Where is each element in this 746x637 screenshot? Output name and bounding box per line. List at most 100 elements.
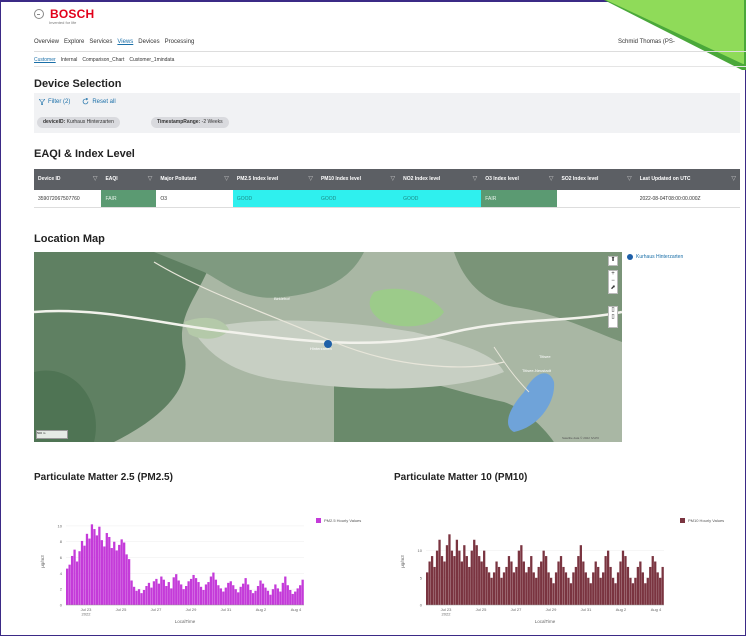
bar[interactable] — [180, 584, 183, 605]
bar[interactable] — [98, 526, 101, 605]
bar[interactable] — [162, 579, 165, 605]
bar[interactable] — [547, 572, 550, 605]
bar[interactable] — [274, 584, 277, 605]
column-filter-icon[interactable]: ▽ — [731, 176, 736, 182]
bar[interactable] — [609, 566, 612, 605]
bar[interactable] — [182, 589, 185, 605]
bar[interactable] — [495, 561, 498, 606]
pm25-chart[interactable]: 0246810Jul 232022Jul 25 Jul 27 Jul 29 Jul 3… — [34, 510, 354, 625]
bar[interactable] — [73, 549, 76, 605]
bar[interactable] — [480, 561, 483, 606]
bar[interactable] — [271, 589, 275, 605]
bar[interactable] — [562, 566, 565, 605]
bar[interactable] — [75, 561, 79, 606]
column-header[interactable]: ▽ Major Pollutant — [156, 169, 233, 190]
column-header[interactable]: ▽ Last Updated on UTC — [635, 169, 740, 190]
map-legend[interactable]: Kurhaus Hinterzarten — [627, 254, 683, 260]
bar[interactable] — [279, 591, 282, 605]
bar[interactable] — [291, 593, 294, 605]
bar[interactable] — [137, 589, 141, 605]
column-header[interactable]: ▽ SO2 Index level — [557, 169, 636, 190]
bar[interactable] — [644, 583, 647, 605]
bar[interactable] — [85, 533, 89, 605]
bar[interactable] — [579, 545, 582, 605]
column-filter-icon[interactable]: ▽ — [549, 176, 554, 182]
bar[interactable] — [130, 580, 133, 605]
column-header[interactable]: ▽ O3 Index level — [481, 169, 558, 190]
bar[interactable] — [202, 589, 205, 605]
bar[interactable] — [160, 576, 163, 605]
bar[interactable] — [90, 524, 94, 605]
bar[interactable] — [438, 539, 441, 605]
bar[interactable] — [110, 548, 113, 605]
bar[interactable] — [458, 550, 461, 605]
bar[interactable] — [244, 578, 247, 605]
bar[interactable] — [66, 568, 69, 605]
tab-internal[interactable]: Internal — [61, 57, 78, 63]
bar[interactable] — [463, 545, 466, 605]
bar[interactable] — [83, 545, 86, 605]
bar[interactable] — [537, 566, 540, 605]
column-filter-icon[interactable]: ▽ — [627, 176, 632, 182]
bar[interactable] — [259, 580, 262, 605]
bar[interactable] — [487, 572, 491, 605]
column-header[interactable]: ▽ PM2.5 Index level — [232, 169, 317, 190]
bar[interactable] — [597, 566, 600, 605]
bar[interactable] — [115, 550, 118, 605]
bar[interactable] — [631, 583, 635, 605]
pm25-legend[interactable]: PM2.5 Hourly Values — [316, 518, 361, 523]
bar[interactable] — [192, 574, 195, 605]
bar[interactable] — [261, 583, 265, 605]
bar[interactable] — [294, 591, 297, 605]
bar[interactable] — [142, 589, 146, 605]
bar[interactable] — [559, 556, 563, 605]
bar[interactable] — [475, 545, 478, 605]
timestamp-filter-chip[interactable]: TimestampRange: -2 Weeks — [151, 117, 229, 128]
bar[interactable] — [582, 561, 585, 606]
bar[interactable] — [145, 586, 148, 605]
bar[interactable] — [256, 586, 260, 605]
bar[interactable] — [465, 556, 468, 605]
bar[interactable] — [123, 542, 126, 605]
bar[interactable] — [289, 589, 292, 605]
bar[interactable] — [170, 588, 173, 605]
bar[interactable] — [515, 566, 518, 605]
bar[interactable] — [661, 566, 664, 605]
bar[interactable] — [232, 585, 235, 605]
bar[interactable] — [103, 546, 106, 605]
bar[interactable] — [527, 566, 530, 605]
bar[interactable] — [428, 561, 431, 606]
bar[interactable] — [614, 583, 617, 605]
bar[interactable] — [78, 551, 81, 605]
bar[interactable] — [646, 577, 649, 605]
bar[interactable] — [505, 566, 508, 605]
column-header[interactable]: ▽ EAQI — [101, 169, 157, 190]
bar[interactable] — [549, 577, 553, 605]
bar[interactable] — [517, 550, 521, 605]
bar[interactable] — [624, 556, 627, 605]
bar[interactable] — [639, 561, 642, 606]
tab-customer-1mindata[interactable]: Customer_1mindata — [129, 57, 174, 63]
bar[interactable] — [619, 561, 622, 606]
bar[interactable] — [93, 529, 96, 605]
bar[interactable] — [165, 586, 168, 605]
bar[interactable] — [68, 564, 71, 605]
nav-item-explore[interactable]: Explore — [64, 39, 84, 45]
bar[interactable] — [440, 556, 444, 605]
nav-item-services[interactable]: Services — [89, 39, 112, 45]
bar[interactable] — [654, 561, 657, 606]
bar[interactable] — [222, 591, 225, 605]
column-filter-icon[interactable]: ▽ — [148, 176, 153, 182]
bar[interactable] — [460, 561, 463, 606]
bar[interactable] — [299, 585, 302, 605]
reset-all-button[interactable]: Reset all — [82, 98, 116, 105]
bar[interactable] — [127, 559, 131, 605]
nav-item-overview[interactable]: Overview — [34, 39, 59, 45]
bar[interactable] — [157, 583, 161, 605]
bar[interactable] — [132, 586, 136, 605]
bar[interactable] — [592, 572, 595, 605]
bar[interactable] — [450, 550, 454, 605]
device-filter-chip[interactable]: deviceID: Kurhaus Hinterzarten — [37, 117, 120, 128]
bar[interactable] — [125, 554, 128, 605]
location-map[interactable]: Birklehof Hinterzarten Titisee-Neustadt … — [34, 252, 622, 442]
